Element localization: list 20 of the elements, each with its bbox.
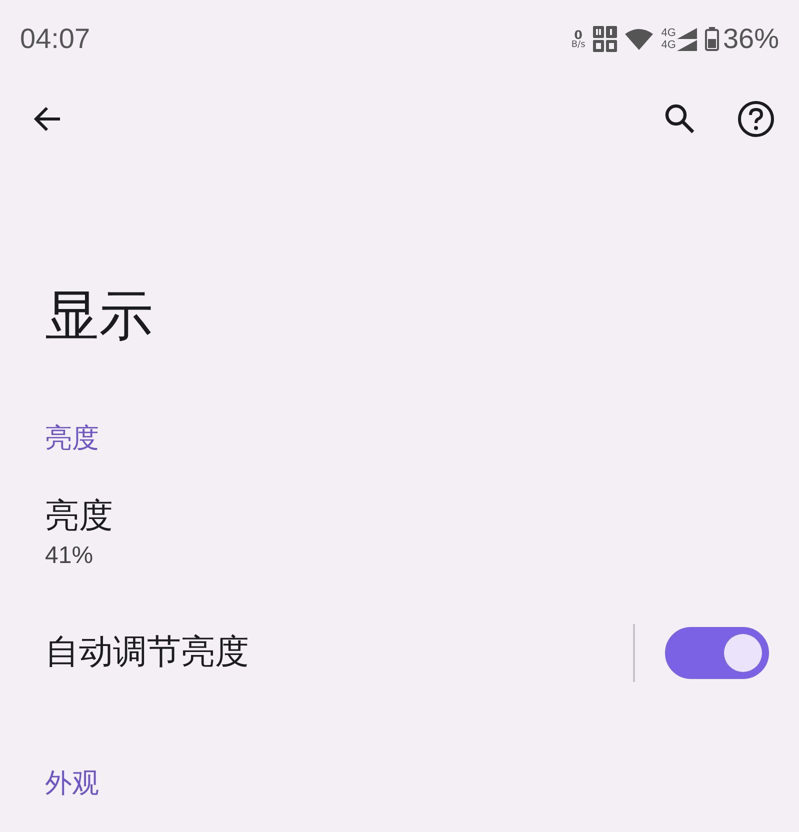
battery-icon [704, 27, 719, 51]
wifi-icon [625, 28, 654, 50]
setting-title: 自动调节亮度 [45, 631, 249, 674]
setting-summary: 41% [45, 542, 94, 570]
signal-icon [676, 40, 697, 50]
section-header: 外观 [45, 768, 100, 800]
section-header: 亮度 [45, 422, 100, 456]
network-type: 4G [661, 40, 676, 50]
help-button[interactable] [737, 100, 775, 138]
signal-icon [676, 28, 697, 38]
sim-card-icon [593, 26, 618, 52]
status-time: 04:07 [20, 23, 90, 55]
network-speed-value: 0 [574, 28, 582, 40]
network-type: 4G [661, 28, 676, 38]
brightness-setting[interactable]: 亮度 41% [0, 495, 799, 570]
search-button[interactable] [663, 102, 697, 136]
network-speed-unit: B/s [571, 40, 586, 50]
setting-title: 亮度 [45, 495, 114, 538]
page-title: 显示 [45, 284, 154, 349]
battery-level: 36% [722, 23, 779, 55]
